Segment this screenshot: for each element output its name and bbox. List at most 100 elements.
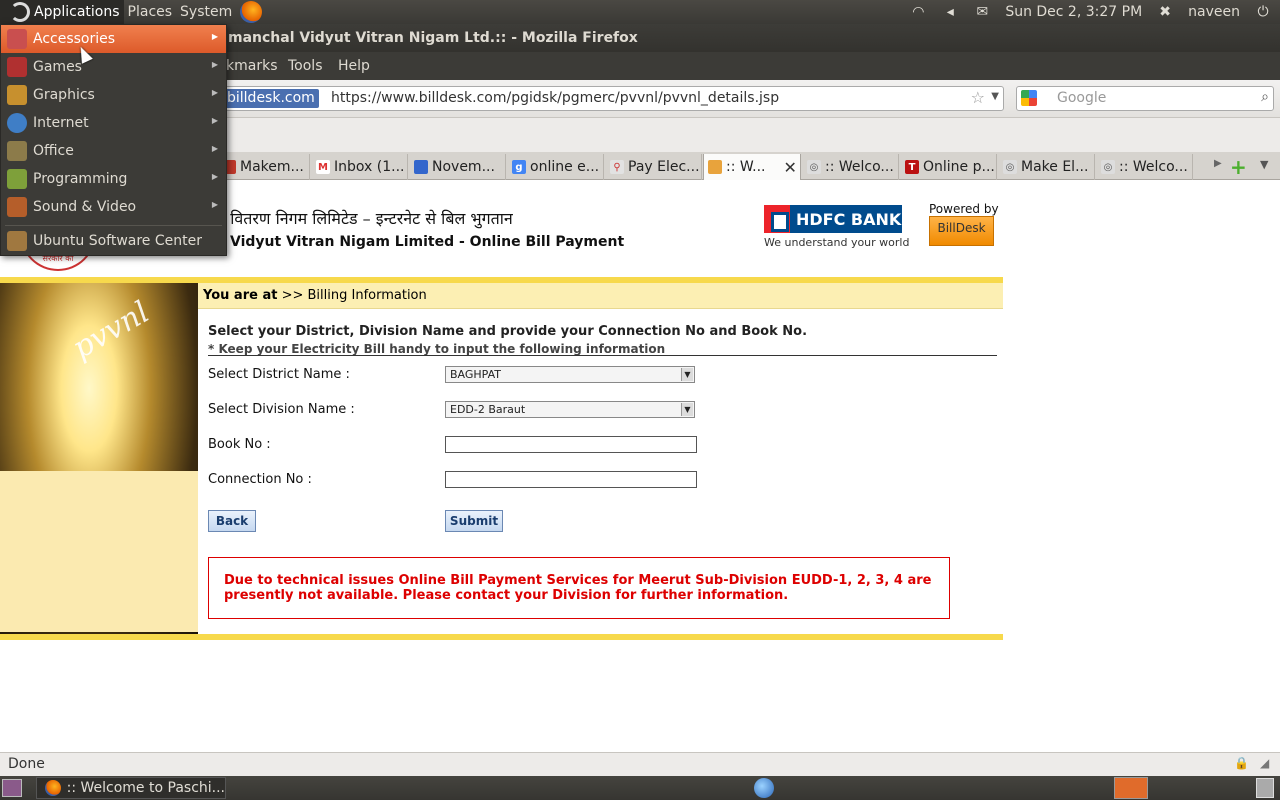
new-tab-icon[interactable]: + [1230, 155, 1247, 179]
bulb-filament-text: pvvnl [66, 294, 156, 367]
tab-november[interactable]: Novem... [410, 154, 506, 180]
tab-pay-elec[interactable]: ⚲ Pay Elec... [606, 154, 702, 180]
wifi-icon[interactable]: ◠ [909, 4, 927, 20]
taskbar-window-label: :: Welcome to Paschi... [66, 780, 225, 796]
site-identity-button[interactable]: billdesk.com [223, 89, 319, 108]
tab-online-e[interactable]: g online e... [508, 154, 604, 180]
hdfc-mark-icon [764, 205, 790, 233]
district-label: Select District Name : [208, 367, 350, 382]
connection-no-input[interactable] [445, 471, 697, 488]
tab-active[interactable]: :: W... ✕ [703, 154, 801, 180]
google-engine-icon[interactable] [1021, 90, 1037, 106]
applications-menu: Accessories ▶ Games ▶ Graphics ▶ Interne… [0, 24, 227, 256]
bookmark-star-icon[interactable]: ☆ [971, 88, 985, 107]
lock-icon[interactable]: 🔒 [1234, 756, 1249, 770]
mail-icon[interactable]: ✉ [973, 4, 991, 20]
chevron-down-icon: ▼ [681, 368, 693, 381]
clock[interactable]: Sun Dec 2, 3:27 PM [1005, 4, 1142, 20]
close-tab-icon[interactable]: ✕ [783, 158, 796, 177]
power-icon[interactable]: ⏻ [1254, 4, 1272, 20]
firefox-launcher-icon[interactable] [240, 1, 263, 23]
applications-menu-button[interactable]: Applications [0, 0, 124, 24]
menu-item-label: Graphics [33, 87, 95, 103]
menu-item-accessories[interactable]: Accessories ▶ [1, 25, 226, 53]
tab-makemytrip[interactable]: Makem... [218, 154, 310, 180]
google-icon: g [512, 160, 526, 174]
hdfc-logo-box: HDFC BANK [764, 205, 902, 233]
menu-help[interactable]: Help [338, 58, 370, 74]
billdesk-logo: BillDesk [929, 216, 994, 246]
tab-favicon-icon: ◎ [1101, 160, 1115, 174]
tab-welcome-2[interactable]: ◎ :: Welco... [1097, 154, 1193, 180]
menu-item-label: Programming [33, 171, 128, 187]
resize-grip-icon[interactable]: ◢ [1260, 756, 1269, 770]
submenu-arrow-icon: ▶ [211, 60, 218, 69]
volume-icon[interactable]: ◂ [941, 4, 959, 20]
submenu-arrow-icon: ▶ [211, 32, 218, 41]
firefox-icon [45, 780, 61, 796]
tab-label: online e... [530, 159, 600, 175]
tab-make-el[interactable]: ◎ Make El... [999, 154, 1095, 180]
submenu-arrow-icon: ▶ [211, 144, 218, 153]
internet-icon [7, 113, 27, 133]
breadcrumb-prefix: You are at [203, 288, 278, 303]
menu-item-label: Games [33, 59, 82, 75]
menu-item-programming[interactable]: Programming ▶ [1, 165, 226, 193]
places-menu-button[interactable]: Places [124, 0, 177, 24]
system-menu-button[interactable]: System [176, 0, 236, 24]
submenu-arrow-icon: ▶ [211, 200, 218, 209]
tab-label: Online p... [923, 159, 995, 175]
page-content: सरकार का त वितरण निगम लिमिटेड – इन्टरनेट… [0, 181, 1280, 752]
form-note: * Keep your Electricity Bill handy to in… [208, 342, 666, 356]
url-text[interactable]: https://www.billdesk.com/pgidsk/pgmerc/p… [331, 90, 779, 106]
menu-item-label: Office [33, 143, 74, 159]
accessories-icon [7, 29, 27, 49]
chevron-down-icon: ▼ [681, 403, 693, 416]
division-select[interactable]: EDD-2 Baraut ▼ [445, 401, 695, 418]
form-instruction: Select your District, Division Name and … [208, 324, 808, 339]
tab-online-p[interactable]: T Online p... [901, 154, 997, 180]
status-text: Done [8, 756, 45, 772]
menu-item-graphics[interactable]: Graphics ▶ [1, 81, 226, 109]
search-bar[interactable]: Google ⌕ [1016, 86, 1274, 111]
tab-welcome-1[interactable]: ◎ :: Welco... [803, 154, 899, 180]
menu-item-internet[interactable]: Internet ▶ [1, 109, 226, 137]
show-desktop-icon[interactable] [2, 779, 22, 797]
tab-list-dropdown-icon[interactable]: ▼ [1260, 158, 1268, 171]
menu-separator [5, 225, 222, 226]
ubuntu-logo-icon [10, 2, 30, 22]
url-history-dropdown-icon[interactable]: ▼ [991, 91, 999, 102]
software-center-icon [7, 231, 27, 251]
user-name[interactable]: naveen [1188, 4, 1240, 20]
tab-favicon-icon: ◎ [807, 160, 821, 174]
menu-tools[interactable]: Tools [288, 58, 323, 74]
district-value: BAGHPAT [450, 368, 501, 381]
trash-icon[interactable] [1256, 778, 1274, 798]
service-notice: Due to technical issues Online Bill Paym… [208, 557, 950, 619]
menu-item-games[interactable]: Games ▶ [1, 53, 226, 81]
globe-icon[interactable] [754, 778, 774, 798]
graphics-icon [7, 85, 27, 105]
user-status-icon[interactable]: ✖ [1156, 4, 1174, 20]
system-tray: ◠ ◂ ✉ Sun Dec 2, 3:27 PM ✖ naveen ⏻ [909, 4, 1280, 20]
search-input[interactable]: Google [1057, 90, 1106, 106]
taskbar-firefox-window[interactable]: :: Welcome to Paschi... [36, 777, 226, 799]
menu-bookmarks[interactable]: kmarks [226, 58, 277, 74]
firefox-tray-icon[interactable] [1114, 777, 1148, 799]
bottom-panel: :: Welcome to Paschi... [0, 776, 1280, 800]
office-icon [7, 141, 27, 161]
back-button[interactable]: Back [208, 510, 256, 532]
search-icon[interactable]: ⌕ [1261, 89, 1269, 105]
menu-item-software-center[interactable]: Ubuntu Software Center [1, 227, 226, 255]
district-select[interactable]: BAGHPAT ▼ [445, 366, 695, 383]
tab-label: Make El... [1021, 159, 1089, 175]
tab-label: Inbox (1... [334, 159, 405, 175]
book-no-input[interactable] [445, 436, 697, 453]
menu-item-office[interactable]: Office ▶ [1, 137, 226, 165]
menu-item-sound-video[interactable]: Sound & Video ▶ [1, 193, 226, 221]
submit-button[interactable]: Submit [445, 510, 503, 532]
tab-inbox[interactable]: M Inbox (1... [312, 154, 408, 180]
url-bar[interactable]: billdesk.com https://www.billdesk.com/pg… [216, 86, 1004, 111]
tab-label: :: Welco... [1119, 159, 1188, 175]
tab-scroll-right-icon[interactable]: ▶ [1214, 158, 1222, 169]
